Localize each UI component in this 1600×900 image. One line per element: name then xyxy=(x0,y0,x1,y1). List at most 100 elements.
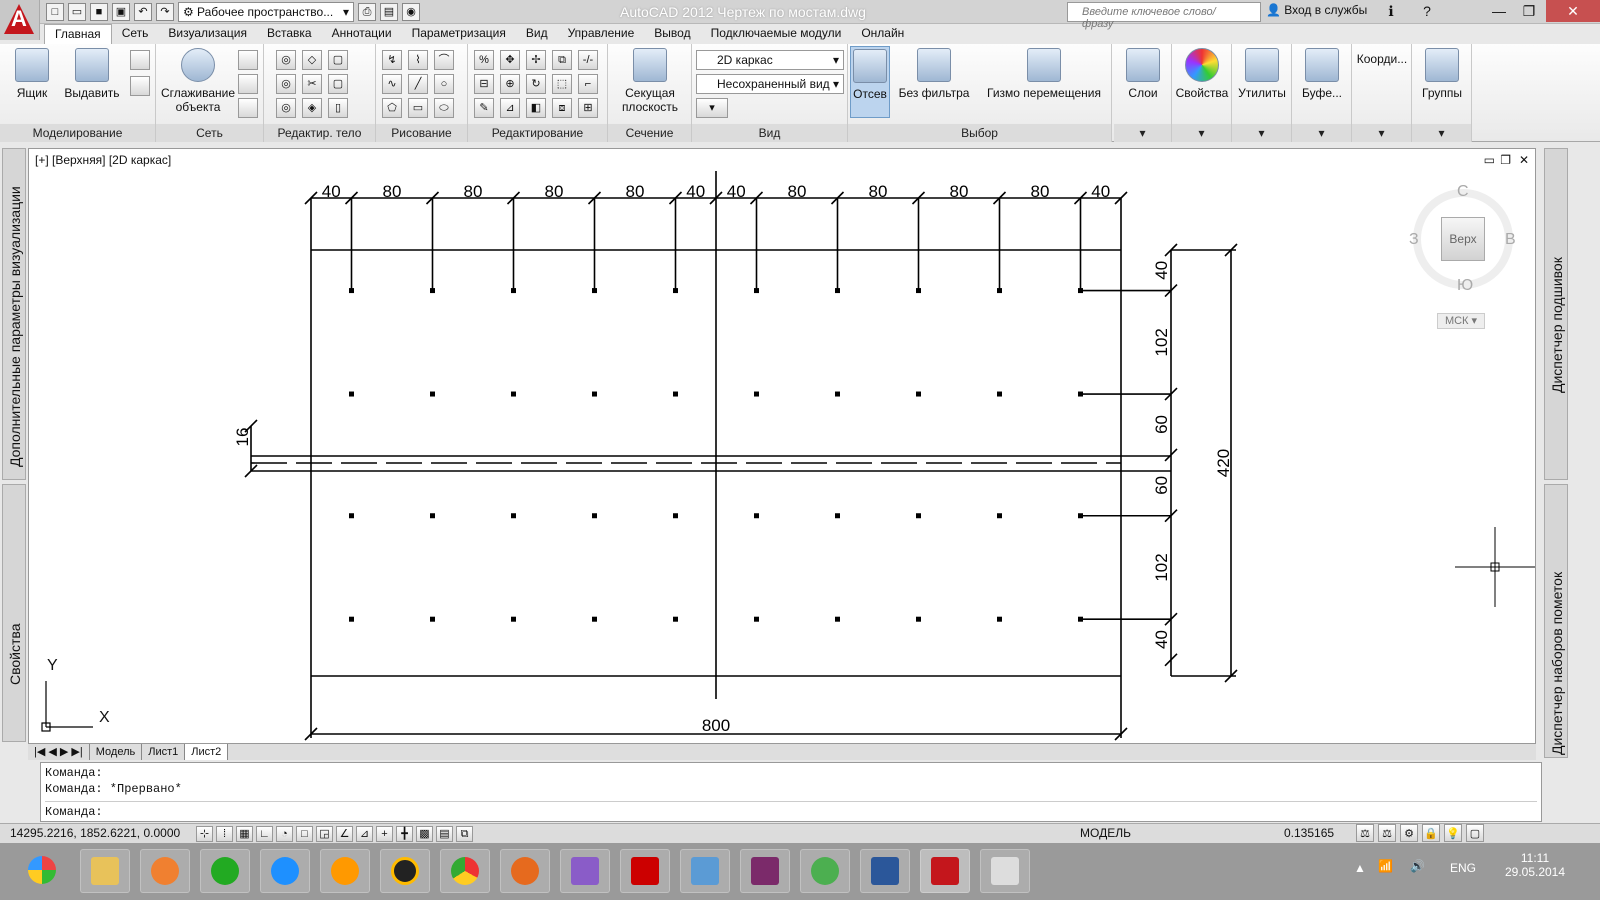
mesh-tool-3-icon[interactable] xyxy=(238,98,258,118)
osnap-icon[interactable]: □ xyxy=(296,826,313,842)
shell-icon[interactable]: ▯ xyxy=(328,98,348,118)
ducs-icon[interactable]: ⊿ xyxy=(356,826,373,842)
tray-volume-icon[interactable]: 🔊 xyxy=(1410,859,1425,873)
layers-button[interactable]: Слои xyxy=(1118,46,1168,100)
drawing-area[interactable]: [+] [Верхняя] [2D каркас] ▭ ❐ ✕ 40 80 80 80… xyxy=(28,148,1536,744)
mesh-tool-icon[interactable] xyxy=(238,50,258,70)
no-filter-button[interactable]: Без фильтра xyxy=(896,46,972,100)
culling-button[interactable]: Отсев xyxy=(850,46,890,118)
3d-move-icon[interactable]: ✥ xyxy=(500,50,520,70)
taskbar-app-5[interactable] xyxy=(320,849,370,893)
tab-mesh[interactable]: Сеть xyxy=(112,24,159,44)
utilities-button[interactable]: Утилиты xyxy=(1234,46,1290,100)
annotation-visibility-icon[interactable]: ⚖ xyxy=(1356,824,1374,842)
viewcube-south[interactable]: Ю xyxy=(1457,277,1473,295)
panel-expand-clipboard[interactable]: ▾ xyxy=(1292,124,1351,142)
coordinates-button[interactable]: Коорди... xyxy=(1354,52,1410,66)
groups-button[interactable]: Группы xyxy=(1414,46,1470,100)
tray-network-icon[interactable]: 📶 xyxy=(1378,859,1393,873)
model-space-toggle[interactable]: МОДЕЛЬ xyxy=(1080,826,1131,840)
array-icon[interactable]: ⊞ xyxy=(578,98,598,118)
properties-button[interactable]: Свойства xyxy=(1174,46,1230,100)
slice-icon[interactable]: ✂ xyxy=(302,74,322,94)
extrude-button[interactable]: Выдавить xyxy=(62,46,122,100)
3d-rotate-icon[interactable]: ⊕ xyxy=(500,74,520,94)
polar-icon[interactable]: ◔ xyxy=(276,826,293,842)
taskbar-winrar[interactable] xyxy=(740,849,790,893)
panel-title-mesh[interactable]: Сеть xyxy=(156,124,263,142)
selection-cycling-icon[interactable]: ⧉ xyxy=(456,826,473,842)
mirror-icon[interactable]: ◧ xyxy=(526,98,546,118)
panel-title-selection[interactable]: Выбор xyxy=(848,124,1111,142)
box-button[interactable]: Ящик xyxy=(8,46,56,100)
exchange-icon[interactable]: ℹ xyxy=(1376,0,1406,22)
clipboard-button[interactable]: Буфе... xyxy=(1294,46,1350,100)
clean-screen-icon[interactable]: ▢ xyxy=(1466,824,1484,842)
mesh-tool-2-icon[interactable] xyxy=(238,74,258,94)
tab-sheet1[interactable]: Лист1 xyxy=(142,744,186,760)
lock-ui-icon[interactable]: 🔒 xyxy=(1422,824,1440,842)
help-search-input[interactable]: Введите ключевое слово/фразу xyxy=(1067,2,1261,30)
spline-icon[interactable]: ∿ xyxy=(382,74,402,94)
extract-edges-icon[interactable]: ◇ xyxy=(302,50,322,70)
viewcube-north[interactable]: С xyxy=(1457,183,1469,201)
3d-mirror-icon[interactable]: ⊿ xyxy=(500,98,520,118)
arc-icon[interactable]: ⌒ xyxy=(434,50,454,70)
start-button[interactable] xyxy=(20,849,64,893)
palette-render-settings[interactable]: Дополнительные параметры визуализации xyxy=(2,148,26,480)
subtract-icon[interactable]: ◎ xyxy=(276,74,296,94)
tab-plugins[interactable]: Подключаемые модули xyxy=(701,24,852,44)
taskbar-acrobat[interactable] xyxy=(620,849,670,893)
taskbar-app-2[interactable] xyxy=(140,849,190,893)
union-icon[interactable]: ◎ xyxy=(276,50,296,70)
extrude-faces-icon[interactable]: ▢ xyxy=(328,50,348,70)
tray-language[interactable]: ENG xyxy=(1450,861,1476,875)
3d-polyline-icon[interactable]: ⌇ xyxy=(408,50,428,70)
visual-style-select[interactable]: 2D каркас xyxy=(696,50,844,70)
taskbar-autocad[interactable] xyxy=(920,849,970,893)
tray-show-hidden-icon[interactable]: ▲ xyxy=(1354,861,1366,875)
panel-expand-utilities[interactable]: ▾ xyxy=(1232,124,1291,142)
viewcube-east[interactable]: В xyxy=(1505,231,1516,249)
taskbar-firefox[interactable] xyxy=(500,849,550,893)
dyn-icon[interactable]: + xyxy=(376,826,393,842)
viewport-config-icon[interactable]: ▾ xyxy=(696,98,728,118)
palette-markup-manager[interactable]: Диспетчер наборов пометок xyxy=(1544,484,1568,758)
infer-constraints-icon[interactable]: ⊹ xyxy=(196,826,213,842)
presspull-icon[interactable] xyxy=(130,76,150,96)
command-input[interactable]: Команда: xyxy=(45,801,1537,820)
separate-icon[interactable]: ▢ xyxy=(328,74,348,94)
ellipse-icon[interactable]: ⬭ xyxy=(434,98,454,118)
otrack-icon[interactable]: ∠ xyxy=(336,826,353,842)
lineweight-icon[interactable]: ╋ xyxy=(396,826,413,842)
taskbar-word[interactable] xyxy=(860,849,910,893)
taskbar-aimp[interactable] xyxy=(380,849,430,893)
redo-icon[interactable]: ↷ xyxy=(156,3,174,21)
workspace-switch-icon[interactable]: ⚙ xyxy=(1400,824,1418,842)
taskbar-mail-agent[interactable] xyxy=(200,849,250,893)
taskbar-explorer[interactable] xyxy=(80,849,130,893)
panel-title-view[interactable]: Вид xyxy=(692,124,847,142)
annotation-scale[interactable]: 0.135165 xyxy=(1284,826,1334,840)
tab-insert[interactable]: Вставка xyxy=(257,24,322,44)
panel-expand-layers[interactable]: ▾ xyxy=(1114,124,1171,142)
tab-model[interactable]: Модель xyxy=(90,744,143,760)
workspace-select[interactable]: Рабочее пространство... xyxy=(178,2,354,22)
panel-title-solid-edit[interactable]: Редактир. тело xyxy=(264,124,375,142)
login-button[interactable]: 👤 Вход в службы xyxy=(1266,3,1367,17)
wcs-menu[interactable]: МСК ▾ xyxy=(1437,313,1485,329)
copy-icon[interactable]: ⧉ xyxy=(552,50,572,70)
palette-properties[interactable]: Свойства xyxy=(2,484,26,742)
share-icon[interactable]: ◉ xyxy=(402,3,420,21)
tab-render[interactable]: Визуализация xyxy=(158,24,257,44)
grid-icon[interactable]: ▦ xyxy=(236,826,253,842)
trim-icon[interactable]: -/- xyxy=(578,50,598,70)
polyline-icon[interactable]: ↯ xyxy=(382,50,402,70)
transparency-icon[interactable]: ▩ xyxy=(416,826,433,842)
minimize-button[interactable]: — xyxy=(1484,0,1514,22)
ortho-icon[interactable]: ∟ xyxy=(256,826,273,842)
maximize-button[interactable]: ❐ xyxy=(1514,0,1544,22)
section-plane-button[interactable]: Секущая плоскость xyxy=(614,46,686,114)
isolate-objects-icon[interactable]: 💡 xyxy=(1444,824,1462,842)
solid-tools-icon[interactable] xyxy=(130,50,150,70)
